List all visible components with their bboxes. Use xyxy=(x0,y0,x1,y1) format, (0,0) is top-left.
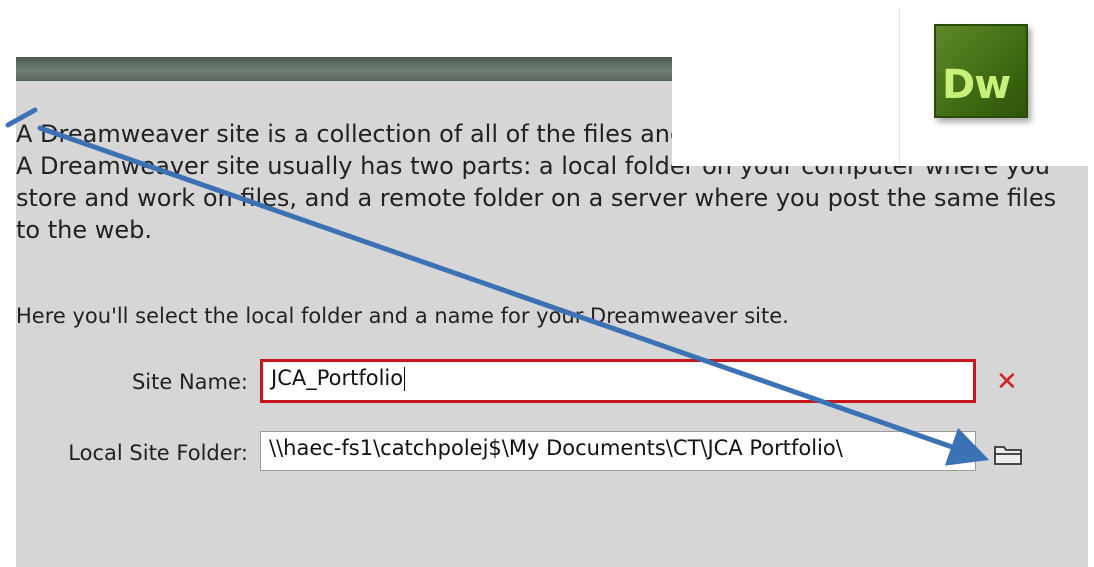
dreamweaver-logo: Dw xyxy=(934,24,1028,118)
site-name-input[interactable]: JCA_Portfolio xyxy=(260,359,976,403)
dreamweaver-logo-text: Dw xyxy=(942,62,1011,108)
instruction-text: Here you'll select the local folder and … xyxy=(16,304,789,328)
folder-icon[interactable] xyxy=(993,442,1023,466)
local-folder-input[interactable]: \\haec-fs1\catchpolej$\My Documents\CT\J… xyxy=(260,431,976,471)
text-caret xyxy=(404,367,406,391)
logo-panel xyxy=(672,0,1094,166)
local-folder-label: Local Site Folder: xyxy=(68,441,248,465)
error-x-icon: ✕ xyxy=(996,367,1018,397)
local-folder-value: \\haec-fs1\catchpolej$\My Documents\CT\J… xyxy=(269,436,843,460)
panel-divider xyxy=(899,8,900,166)
site-name-label: Site Name: xyxy=(131,370,248,394)
site-name-value: JCA_Portfolio xyxy=(271,366,404,390)
